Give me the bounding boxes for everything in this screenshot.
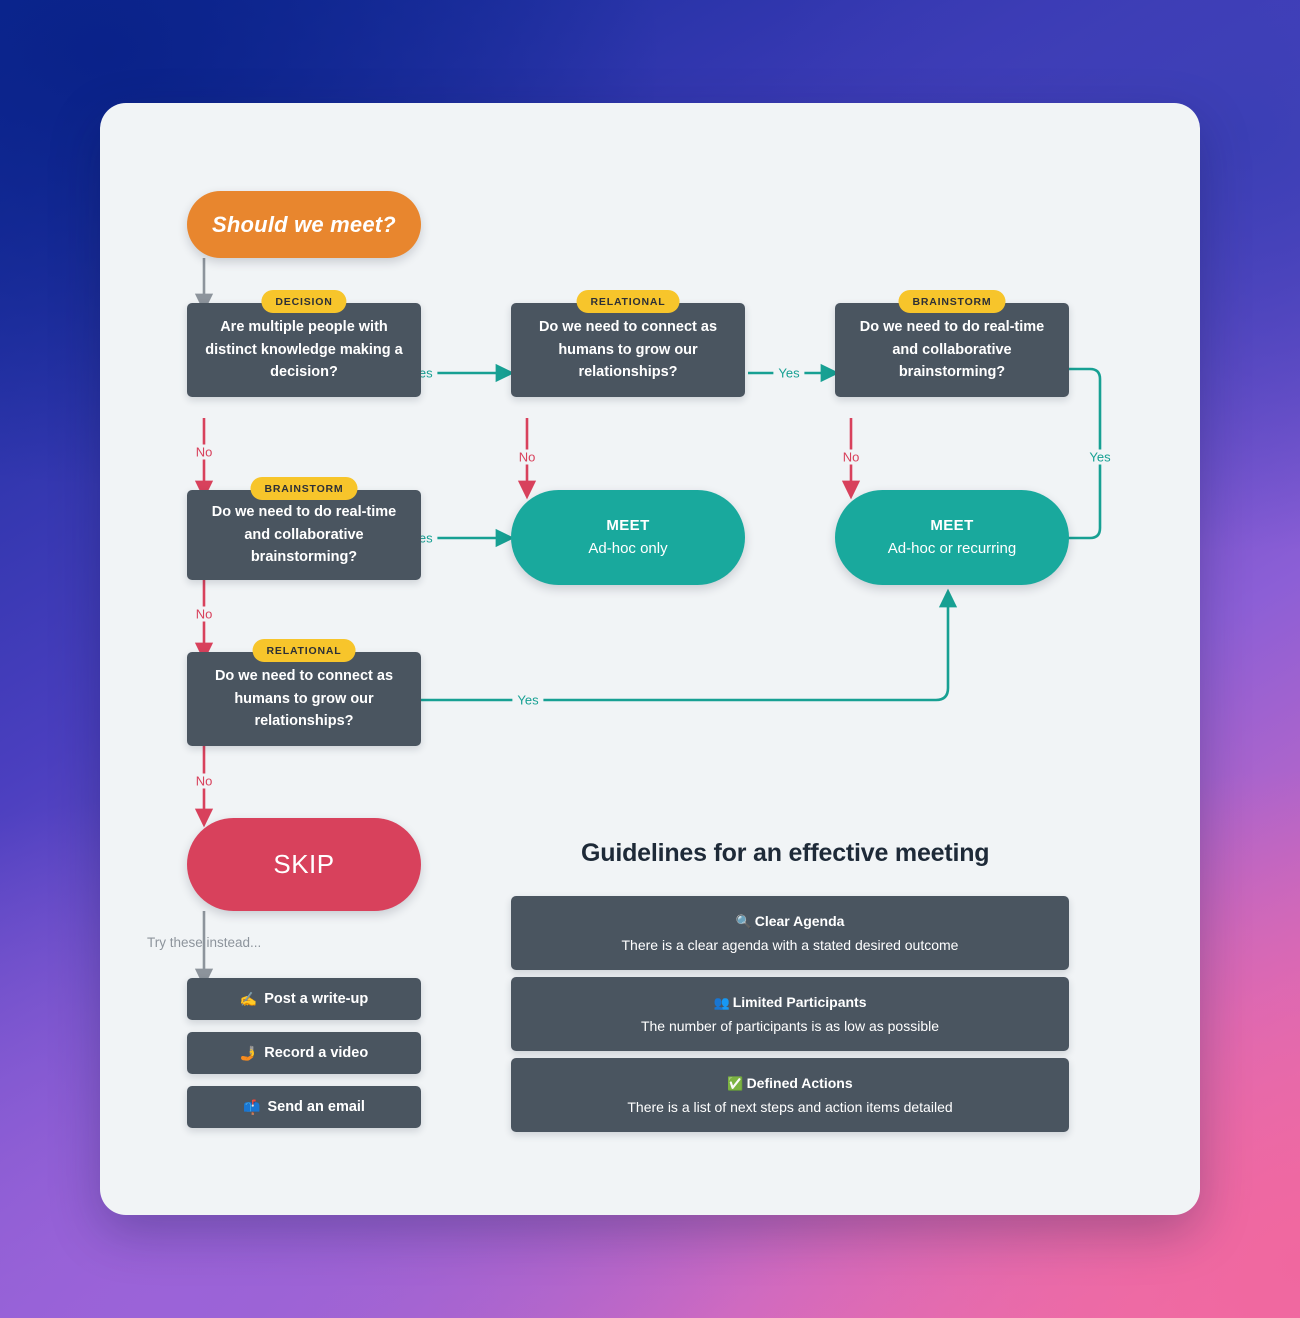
meet-title: MEET — [606, 517, 650, 534]
question-text: Do we need to connect as humans to grow … — [214, 668, 394, 730]
guideline-card-limited-participants: 👥 Limited Participants The number of part… — [511, 977, 1069, 1051]
guideline-heading-row: 🔍 Clear Agenda — [736, 910, 845, 934]
tag-relational: RELATIONAL — [576, 290, 680, 313]
node-meet-adhoc-or-recurring[interactable]: MEET Ad-hoc or recurring — [835, 490, 1069, 585]
guideline-heading: Limited Participants — [732, 993, 867, 1010]
writing-hand-icon: ✍️ — [239, 990, 258, 1007]
meet-title: MEET — [930, 517, 974, 534]
guideline-body: There is a clear agenda with a stated de… — [621, 936, 959, 953]
alternative-label: Record a video — [264, 1045, 369, 1061]
node-question-relational-left[interactable]: RELATIONAL Do we need to connect as huma… — [187, 639, 421, 746]
guideline-card-clear-agenda: 🔍 Clear Agenda There is a clear agenda wi… — [511, 896, 1069, 970]
edge-label-no: No — [190, 773, 218, 789]
meet-subtitle: Ad-hoc or recurring — [887, 539, 1017, 557]
node-question-brainstorm-left[interactable]: BRAINSTORM Do we need to do real-time an… — [187, 477, 421, 580]
check-mark-icon: ✅ — [727, 1075, 744, 1091]
alternative-label: Send an email — [267, 1099, 365, 1115]
selfie-video-icon: 🤳 — [239, 1044, 258, 1061]
skip-label: SKIP — [273, 849, 335, 879]
question-text: Do we need to do real-time and collabora… — [859, 319, 1045, 381]
node-start-should-we-meet[interactable]: Should we meet? — [187, 191, 421, 258]
guideline-card-defined-actions: ✅ Defined Actions There is a list of next… — [511, 1058, 1069, 1132]
edge-label-yes: Yes — [773, 365, 805, 381]
guideline-body: The number of participants is as low as … — [640, 1017, 940, 1034]
edge-relational-left-yes — [339, 588, 958, 702]
edge-label-yes: Yes — [1084, 449, 1116, 465]
tag-brainstorm: BRAINSTORM — [250, 477, 358, 500]
diagram-card: Yes Yes Yes Yes Yes No No No No No Shoul… — [100, 103, 1200, 1215]
tag-brainstorm: BRAINSTORM — [898, 290, 1006, 313]
guideline-body: There is a list of next steps and action… — [627, 1098, 953, 1115]
node-skip[interactable]: SKIP — [187, 818, 421, 911]
edge-label-no: No — [190, 606, 218, 622]
alternative-post-a-write-up[interactable]: ✍️ Post a write-up — [187, 978, 421, 1020]
node-question-relational-top[interactable]: RELATIONAL Do we need to connect as huma… — [511, 290, 745, 397]
edge-label-no: No — [513, 449, 541, 465]
edge-label-no: No — [837, 449, 865, 465]
flowchart-stage: Yes Yes Yes Yes Yes No No No No No Shoul… — [100, 103, 1200, 1215]
node-question-decision[interactable]: DECISION Are multiple people with distin… — [187, 290, 421, 397]
mailbox-icon: 📫 — [243, 1098, 261, 1115]
try-these-instead-label: Try these instead... — [147, 935, 262, 950]
tag-relational: RELATIONAL — [252, 639, 356, 662]
question-text: Do we need to connect as humans to grow … — [538, 319, 718, 381]
edge-label-yes: Yes — [512, 692, 544, 708]
meet-subtitle: Ad-hoc only — [588, 539, 668, 557]
alternative-label: Post a write-up — [264, 991, 369, 1007]
guideline-heading: Defined Actions — [746, 1074, 853, 1091]
guideline-heading-row: 👥 Limited Participants — [714, 991, 867, 1015]
alternative-record-a-video[interactable]: 🤳 Record a video — [187, 1032, 421, 1074]
tag-decision: DECISION — [261, 290, 347, 313]
node-question-brainstorm-top[interactable]: BRAINSTORM Do we need to do real-time an… — [835, 290, 1069, 397]
guidelines-title: Guidelines for an effective meeting — [581, 839, 990, 867]
question-text: Are multiple people with distinct knowle… — [205, 319, 403, 381]
guideline-heading-row: ✅ Defined Actions — [727, 1072, 852, 1096]
guideline-heading: Clear Agenda — [754, 912, 845, 929]
node-meet-adhoc-only[interactable]: MEET Ad-hoc only — [511, 490, 745, 585]
people-icon: 👥 — [713, 994, 730, 1010]
alternative-send-an-email[interactable]: 📫 Send an email — [187, 1086, 421, 1128]
edge-label-no: No — [190, 444, 218, 460]
question-text: Do we need to do real-time and collabora… — [211, 504, 397, 566]
start-label: Should we meet? — [212, 211, 396, 237]
magnifier-icon: 🔍 — [735, 913, 752, 929]
